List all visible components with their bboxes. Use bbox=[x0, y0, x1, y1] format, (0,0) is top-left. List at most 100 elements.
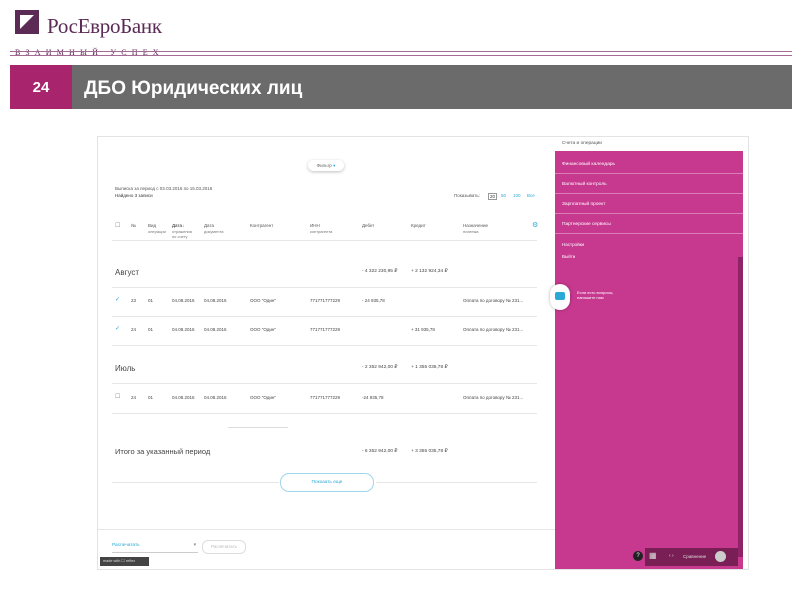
menu-item-calendar[interactable]: Финансовый календарь bbox=[555, 155, 743, 174]
settings-gear-icon[interactable]: ⚙ bbox=[532, 221, 538, 229]
arrows-icon[interactable]: ‹ › bbox=[669, 553, 674, 559]
panel-scrollbar[interactable] bbox=[738, 257, 743, 557]
row-type: 01 bbox=[148, 327, 154, 332]
row-date-posting: 04.08.2016 bbox=[172, 327, 195, 332]
divider bbox=[112, 345, 537, 346]
col-date-posting-sub: отражения по счету bbox=[172, 229, 192, 239]
row-inn: 771771777229 bbox=[310, 395, 341, 400]
row-inn: 771771777229 bbox=[310, 327, 341, 332]
app-screenshot: Фильтр ▾ Выписка за период с 03.03.2016 … bbox=[97, 136, 749, 570]
bottom-toolbar: ▦ ‹ › Сравнение bbox=[645, 548, 738, 566]
user-avatar[interactable] bbox=[715, 551, 726, 562]
row-purpose[interactable]: Оплата по договору № 231... bbox=[463, 395, 523, 400]
row-checkbox[interactable]: ✓ bbox=[115, 325, 120, 332]
show-label: Показывать: bbox=[454, 193, 480, 198]
page-size-50[interactable]: 50 bbox=[501, 193, 506, 198]
slide-title-bar: 24 ДБО Юридических лиц bbox=[10, 65, 792, 109]
select-all-checkbox[interactable]: ☐ bbox=[115, 222, 120, 229]
menu-item-accounts[interactable]: Счета и операции bbox=[555, 137, 743, 151]
divider bbox=[98, 529, 555, 530]
row-checkbox[interactable]: ☐ bbox=[115, 393, 120, 400]
divider bbox=[112, 413, 537, 414]
menu-item-salary[interactable]: Зарплатный проект bbox=[555, 195, 743, 214]
divider bbox=[112, 240, 537, 241]
col-inn-sub: контрагента bbox=[310, 229, 333, 234]
period-text: Выписка за период с 03.03.2016 по 15.03.… bbox=[115, 186, 213, 191]
col-num[interactable]: № bbox=[131, 223, 136, 228]
page-size-100[interactable]: 100 bbox=[513, 193, 521, 198]
row-date-doc: 04.08.2016 bbox=[204, 395, 227, 400]
col-type[interactable]: Вид bbox=[148, 223, 156, 228]
col-date-doc[interactable]: Дата bbox=[204, 223, 214, 228]
col-purpose-sub: платежа bbox=[463, 229, 479, 234]
row-num: 24 bbox=[131, 327, 137, 332]
compare-label: Сравнение bbox=[683, 554, 707, 559]
divider bbox=[112, 383, 537, 384]
row-debit: - 24 935,78 bbox=[362, 298, 385, 303]
divider bbox=[112, 287, 537, 288]
row-checkbox[interactable]: ✓ bbox=[115, 296, 120, 303]
row-contragent: ООО "Один" bbox=[250, 298, 276, 303]
sort-desc-icon[interactable]: ↓ bbox=[182, 223, 184, 228]
row-contragent: ООО "Один" bbox=[250, 395, 276, 400]
logout-link[interactable]: Выйти bbox=[562, 254, 575, 259]
total-label: Итого за указанный период bbox=[115, 447, 211, 456]
divider bbox=[112, 316, 537, 317]
show-more-button[interactable]: Показать еще bbox=[280, 473, 374, 492]
total-debit: - 6 352 942,00 ₽ bbox=[362, 449, 398, 454]
side-menu-panel: Счета и операции Финансовый календарь Ва… bbox=[550, 137, 743, 569]
row-date-posting: 04.08.2016 bbox=[172, 395, 195, 400]
row-type: 01 bbox=[148, 395, 154, 400]
page-size-all[interactable]: Все bbox=[527, 193, 535, 198]
slide-title: ДБО Юридических лиц bbox=[84, 78, 303, 99]
row-num: 23 bbox=[131, 298, 137, 303]
col-purpose[interactable]: Назначение bbox=[463, 223, 488, 228]
group-credit-aug: + 2 132 924,34 ₽ bbox=[411, 269, 448, 274]
settings-link[interactable]: Настройки bbox=[562, 242, 584, 247]
grid-icon[interactable]: ▦ bbox=[649, 551, 657, 560]
row-inn: 771771777229 bbox=[310, 298, 341, 303]
row-type: 01 bbox=[148, 298, 154, 303]
row-debit: -24 935,78 bbox=[362, 395, 384, 400]
chevron-down-icon: ▾ bbox=[333, 163, 336, 168]
col-date-doc-sub: документа bbox=[204, 229, 224, 234]
group-debit-jul: - 2 352 942,00 ₽ bbox=[362, 365, 398, 370]
col-date-posting[interactable]: Дата bbox=[172, 223, 182, 228]
filter-button[interactable]: Фильтр ▾ bbox=[308, 160, 344, 171]
divider bbox=[376, 482, 537, 483]
print-button[interactable]: Распечатать bbox=[202, 540, 246, 554]
col-contragent[interactable]: Контрагент bbox=[250, 223, 273, 228]
print-select-label: Распечатать bbox=[112, 543, 140, 548]
filter-label: Фильтр bbox=[316, 163, 332, 168]
row-purpose[interactable]: Оплата по договору № 231... bbox=[463, 327, 523, 332]
chat-button[interactable] bbox=[550, 284, 570, 310]
row-num: 24 bbox=[131, 395, 137, 400]
col-type-sub: операции bbox=[148, 229, 166, 234]
group-debit-aug: - 4 322 230,95 ₽ bbox=[362, 269, 398, 274]
brand-name: РосЕвроБанк bbox=[47, 14, 162, 38]
row-credit: + 31 935,78 bbox=[411, 327, 435, 332]
page-size-20[interactable]: 20 bbox=[488, 193, 498, 200]
header-rule bbox=[10, 51, 792, 52]
row-contragent: ООО "Один" bbox=[250, 327, 276, 332]
chat-icon bbox=[555, 292, 565, 300]
header-rule-2 bbox=[10, 55, 792, 56]
col-credit[interactable]: Кредит bbox=[411, 223, 426, 228]
watermark: made with ☐ reflex bbox=[100, 557, 149, 566]
col-debit[interactable]: Дебет bbox=[362, 223, 374, 228]
print-select[interactable]: Распечатать ▾ bbox=[112, 540, 198, 553]
menu-item-partners[interactable]: Партнерские сервисы bbox=[555, 215, 743, 234]
col-inn[interactable]: ИНН bbox=[310, 223, 320, 228]
menu-item-currency[interactable]: Валютный контроль bbox=[555, 175, 743, 194]
group-month-aug: Август bbox=[115, 268, 140, 277]
found-count: Найдено 3 записи bbox=[115, 193, 153, 198]
logo-mark-icon bbox=[15, 10, 39, 34]
help-icon[interactable]: ? bbox=[633, 551, 643, 561]
group-month-jul: Июль bbox=[115, 364, 136, 373]
page-number: 24 bbox=[10, 65, 72, 109]
row-date-posting: 04.08.2016 bbox=[172, 298, 195, 303]
row-purpose[interactable]: Оплата по договору № 231... bbox=[463, 298, 523, 303]
group-credit-jul: + 1 355 035,78 ₽ bbox=[411, 365, 448, 370]
total-credit: + 3 355 035,78 ₽ bbox=[411, 449, 448, 454]
chat-prompt: Если есть вопросы, напишите нам bbox=[577, 290, 614, 300]
